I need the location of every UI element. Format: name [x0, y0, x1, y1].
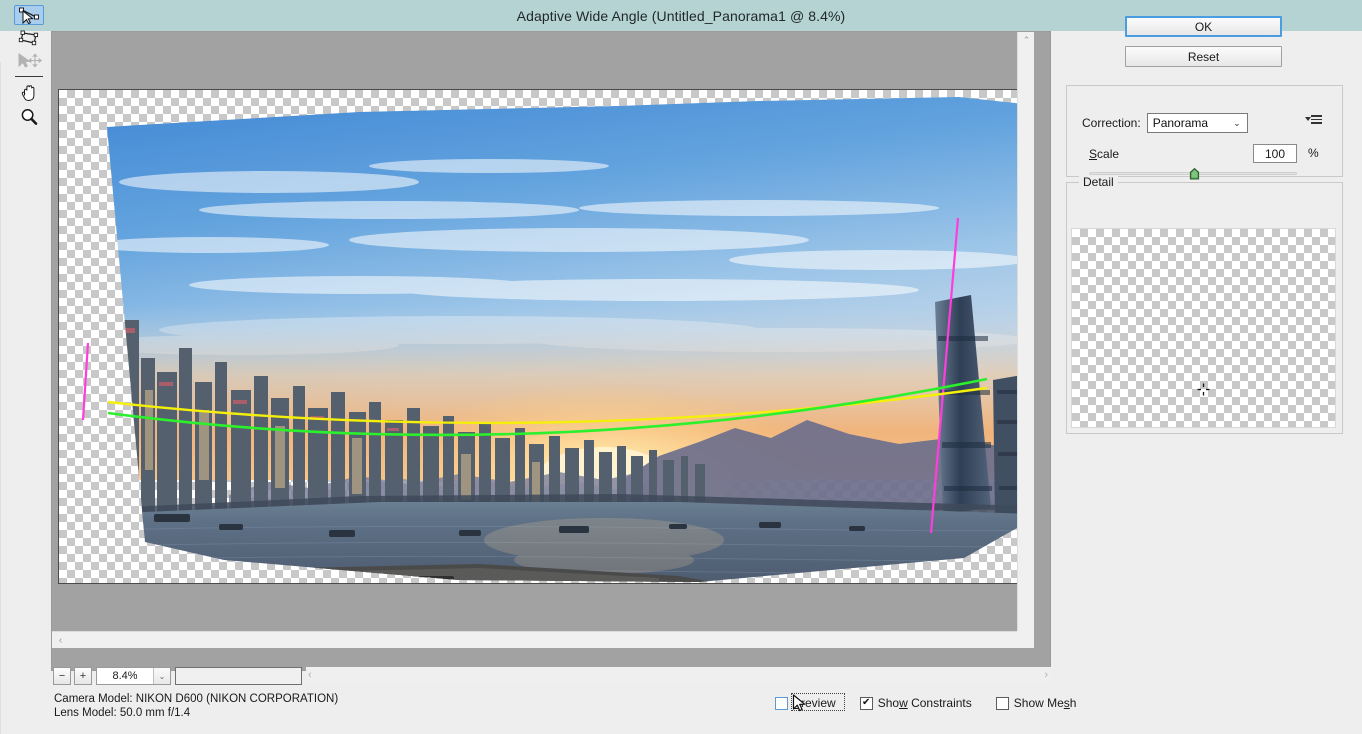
preview-canvas-container: ⌃ ⌄ ‹ ›	[51, 31, 1051, 671]
zoom-scroll-strip[interactable]: ‹ ›	[306, 667, 1051, 685]
metadata-info: Camera Model: NIKON D600 (NIKON CORPORAT…	[54, 692, 338, 720]
canvas-horizontal-scrollbar[interactable]: ‹ ›	[52, 631, 1034, 648]
scale-slider-thumb[interactable]	[1189, 168, 1200, 180]
polygon-constraint-tool[interactable]	[14, 27, 44, 47]
zoom-slider[interactable]	[175, 667, 302, 685]
camera-model-text: Camera Model: NIKON D600 (NIKON CORPORAT…	[54, 693, 339, 705]
show-constraints-checkbox-group[interactable]: ✔ Show Constraints	[859, 696, 972, 710]
show-constraints-checkbox[interactable]: ✔	[859, 696, 873, 710]
vertical-constraint-left[interactable]	[81, 342, 90, 421]
move-tool	[14, 50, 44, 70]
chevron-down-icon[interactable]: ⌄	[153, 668, 170, 684]
chevron-down-icon[interactable]: ⌄	[1233, 118, 1241, 129]
constraint-overlay[interactable]	[59, 90, 1032, 584]
zoom-level-value: 8.4%	[112, 670, 138, 682]
ok-button[interactable]: OK	[1125, 16, 1282, 37]
dialog-title: Adaptive Wide Angle (Untitled_Panorama1 …	[516, 7, 846, 24]
adaptive-wide-angle-dialog: Adaptive Wide Angle (Untitled_Panorama1 …	[0, 0, 1362, 734]
zoom-tool[interactable]	[14, 106, 44, 128]
detail-preview[interactable]	[1071, 228, 1336, 428]
triangle-icon	[1305, 117, 1311, 122]
image-preview-frame[interactable]	[58, 89, 1032, 584]
scroll-left-chevron-icon[interactable]: ‹	[308, 669, 312, 681]
correction-label: Correction:	[1082, 116, 1141, 130]
correction-select[interactable]: Panorama ⌄	[1146, 113, 1248, 133]
panel-flyout-menu-icon[interactable]	[1305, 115, 1322, 124]
correction-row: Correction: Panorama ⌄	[1082, 113, 1248, 133]
zoom-controls: − + 8.4% ⌄ ‹ ›	[51, 665, 1051, 687]
zoom-in-button[interactable]: +	[74, 667, 92, 685]
canvas-vertical-scrollbar[interactable]: ⌃ ⌄	[1017, 32, 1034, 648]
scroll-left-arrow[interactable]: ‹	[52, 632, 69, 648]
scale-input[interactable]: 100	[1253, 144, 1297, 163]
scroll-up-arrow[interactable]: ⌃	[1018, 32, 1034, 49]
scale-unit-label: %	[1308, 146, 1319, 160]
scrollbar-corner	[1017, 631, 1034, 648]
hand-tool[interactable]	[14, 82, 44, 104]
scale-label: Scale	[1089, 147, 1120, 161]
scale-value-text: 100	[1264, 146, 1286, 161]
reset-button[interactable]: Reset	[1125, 46, 1282, 67]
scale-slider[interactable]	[1089, 168, 1297, 180]
scroll-right-chevron-icon[interactable]: ›	[1044, 669, 1048, 681]
preview-checkbox-group[interactable]: Preview	[775, 693, 845, 712]
constraint-tool[interactable]	[14, 5, 44, 26]
zoom-out-button[interactable]: −	[53, 667, 71, 685]
tool-palette	[12, 5, 46, 130]
mouse-cursor-icon	[792, 694, 806, 712]
horizontal-constraint-yellow[interactable]	[107, 386, 988, 425]
zoom-level-combobox[interactable]: 8.4% ⌄	[96, 667, 171, 685]
correction-value: Panorama	[1152, 116, 1209, 130]
hamburger-icon	[1311, 115, 1322, 124]
crosshair-cursor-icon	[1197, 383, 1210, 396]
preview-checkbox[interactable]	[775, 696, 788, 710]
preview-canvas[interactable]: ⌃ ⌄ ‹ ›	[52, 32, 1034, 648]
lens-model-text: Lens Model: 50.0 mm f/1.4	[54, 707, 191, 719]
footer-options: Preview ✔ Show Constraints Show Mesh	[775, 693, 1076, 712]
toolbar-divider	[15, 76, 43, 78]
show-constraints-checkbox-label[interactable]: Show Constraints	[878, 696, 972, 710]
show-mesh-checkbox[interactable]	[995, 696, 1009, 710]
vertical-constraint-right[interactable]	[929, 217, 960, 534]
horizontal-constraint-green[interactable]	[107, 377, 988, 437]
